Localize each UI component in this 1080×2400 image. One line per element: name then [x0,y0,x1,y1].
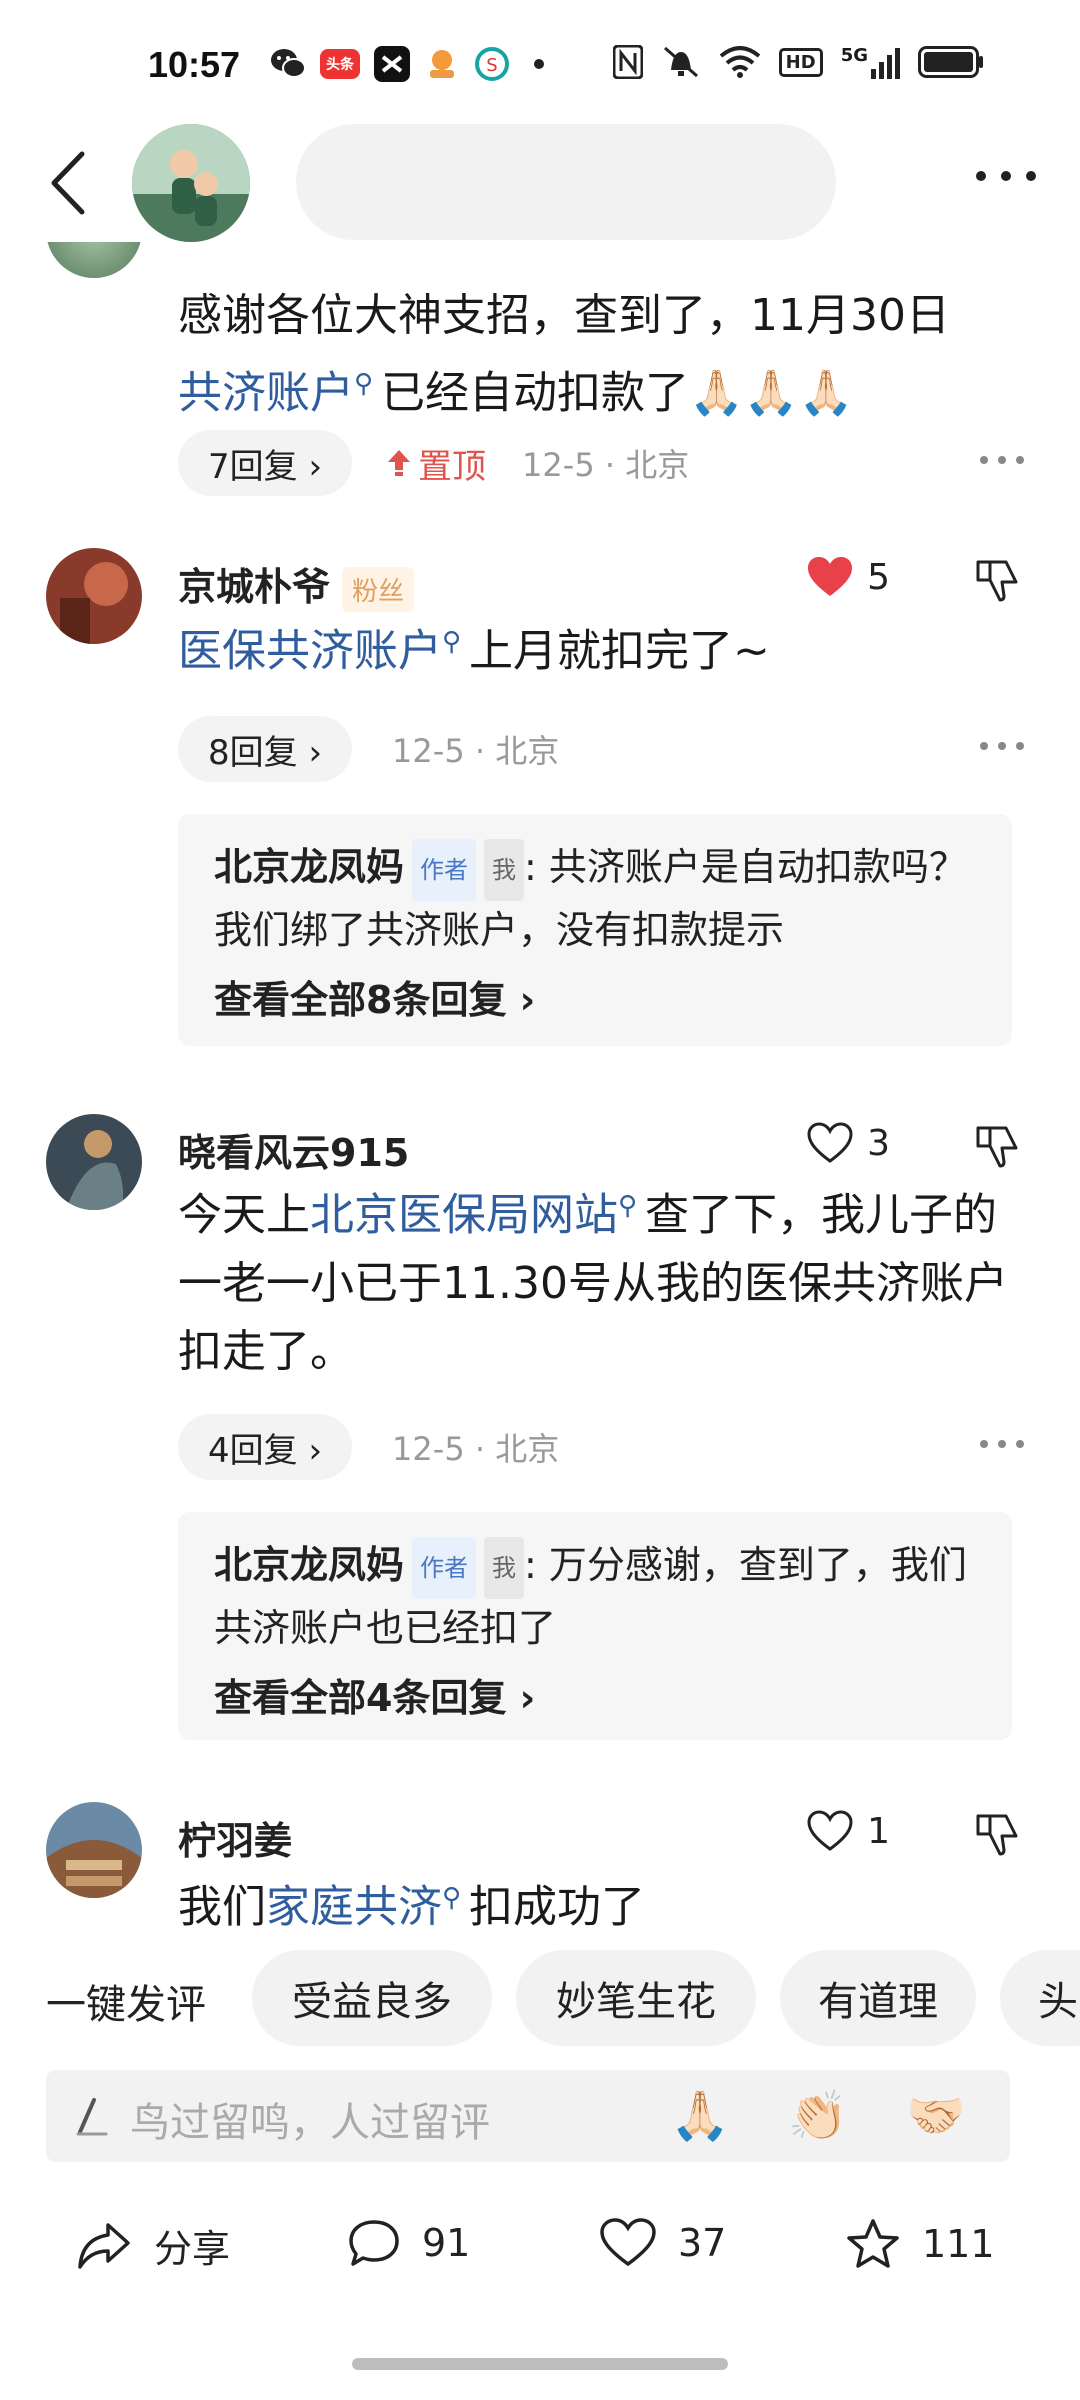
search-icon: ⚲ [354,369,374,399]
fan-badge: 粉丝 [342,567,415,612]
comment-input[interactable]: 鸟过留鸣，人过留评 🙏🏻 👏🏻 🤝🏻 [46,2070,1010,2162]
quick-comment-label: 一键发评 [46,1982,206,2028]
comment-list: 感谢各位大神支招，查到了，11月30日 共济账户⚲ 已经自动扣款了🙏🏻🙏🏻🙏🏻 7回… [0,242,1080,1942]
hd-icon: HD [778,47,823,77]
favorite-button[interactable]: 111 [846,2218,995,2270]
comment-meta: 7回复 › 置顶 12-5 · 北京 [178,430,1038,496]
comment-input-placeholder: 鸟过留鸣，人过留评 [130,2100,490,2146]
search-icon: ⚲ [442,1883,462,1913]
search-link[interactable]: 北京医保局网站 [310,1190,618,1241]
like-article-button[interactable]: 37 [600,2218,726,2268]
reply-text: 北京龙凤妈 作者我: 共济账户是自动扣款吗？我们绑了共济账户，没有扣款提示 [214,838,976,959]
replies-button[interactable]: 8回复 › [178,716,353,782]
view-all-replies[interactable]: 查看全部4条回复 › [214,1667,976,1722]
pinned-badge: 置顶 [386,439,486,488]
comment-text: 今天上北京医保局网站⚲ 查了下，我儿子的一老一小已于11.30号从我的医保共济账户… [178,1189,1008,1377]
star-icon [847,2219,899,2268]
notification-icons: 头条 S [270,46,544,82]
more-horizontal-icon[interactable] [980,1440,1024,1448]
app-icon: S [475,47,509,81]
thumbs-down-icon[interactable] [974,1812,1022,1856]
author-avatar[interactable] [132,124,250,242]
wechat-icon [271,49,306,78]
nfc-icon [612,45,643,79]
quick-comment-chip[interactable]: 妙笔生花 [516,1950,756,2046]
search-link[interactable]: 家庭共济 [266,1882,442,1933]
author-tag: 作者 [412,1536,477,1599]
user-avatar[interactable] [46,548,142,644]
share-button[interactable]: 分享 [76,2218,230,2273]
network-type: 5G [840,45,868,66]
thumbs-down-icon[interactable] [974,558,1022,602]
toutiao-icon: 头条 [320,49,360,79]
heart-filled-icon [808,557,853,596]
signal-5g-icon: 5G [841,45,900,79]
search-icon: ⚲ [442,627,462,657]
pen-icon [76,2098,108,2136]
heart-outline-icon [807,1810,853,1851]
comment-text: 我们家庭共济⚲ 扣成功了 [178,1881,646,1933]
like-button[interactable]: 5 [807,556,890,598]
time-location: 12-5 · 北京 [522,446,690,484]
reply-preview[interactable]: 北京龙凤妈 作者我: 万分感谢，查到了，我们共济账户也已经扣了 查看全部4条回复 … [178,1512,1012,1740]
status-time: 10:57 [148,44,241,85]
header-title-placeholder[interactable] [296,124,836,240]
time-location: 12-5 · 北京 [392,1430,560,1468]
battery-icon [918,46,983,78]
user-avatar[interactable] [46,1114,142,1210]
comment-meta: 4回复 › 12-5 · 北京 [178,1414,1038,1480]
app-icon [430,50,454,78]
comment-meta: 8回复 › 12-5 · 北京 [178,716,1038,782]
pin-icon [388,450,411,476]
comment-text: 医保共济账户⚲ 上月就扣完了~ [178,625,770,677]
username[interactable]: 柠羽姜 [178,1810,292,1865]
replies-button[interactable]: 4回复 › [178,1414,353,1480]
share-icon [78,2222,130,2269]
username[interactable]: 京城朴爷 粉丝 [178,556,415,612]
user-avatar[interactable] [46,242,142,278]
more-horizontal-icon[interactable] [980,456,1024,464]
status-bar: 10:57 头条 S HD 5G [0,0,1080,130]
clap-emoji-button[interactable]: 👏🏻 [786,2086,850,2146]
dot-icon [534,59,544,69]
search-icon: ⚲ [618,1191,638,1221]
time-location: 12-5 · 北京 [392,732,560,770]
system-icons: HD 5G [612,44,984,80]
top-header [0,120,1080,242]
handshake-emoji-button[interactable]: 🤝🏻 [904,2086,968,2146]
user-avatar[interactable] [46,1802,142,1898]
username[interactable]: 晓看风云915 [178,1122,409,1177]
replies-button[interactable]: 7回复 › [178,430,353,496]
search-link[interactable]: 医保共济账户 [178,626,442,677]
chevron-left-icon[interactable] [46,148,96,218]
author-tag: 作者 [412,838,477,901]
search-link[interactable]: 共济账户 [178,368,354,419]
wifi-icon [719,46,760,78]
like-button[interactable]: 3 [807,1122,890,1164]
like-button[interactable]: 1 [807,1810,890,1852]
pray-emoji-button[interactable]: 🙏🏻 [668,2086,732,2146]
reply-text: 北京龙凤妈 作者我: 万分感谢，查到了，我们共济账户也已经扣了 [214,1536,976,1657]
svg-text:S: S [486,55,497,76]
thumbs-down-icon[interactable] [974,1124,1022,1168]
me-tag: 我 [484,1536,525,1599]
mute-icon [663,46,698,78]
quick-comment-chip[interactable]: 头 [1000,1950,1080,2046]
heart-outline-icon [600,2218,656,2267]
more-horizontal-icon[interactable] [980,742,1024,750]
more-horizontal-icon[interactable] [976,166,1036,186]
capcut-icon [374,46,410,82]
bottom-action-bar: 分享 91 37 111 [0,2190,1080,2300]
view-all-replies[interactable]: 查看全部8条回复 › [214,969,976,1024]
comment-icon [349,2220,399,2266]
quick-comment-chip[interactable]: 受益良多 [252,1950,492,2046]
comment-text: 感谢各位大神支招，查到了，11月30日 共济账户⚲ 已经自动扣款了🙏🏻🙏🏻🙏🏻 [178,290,950,419]
comments-button[interactable]: 91 [348,2218,470,2268]
home-indicator[interactable] [352,2358,728,2370]
quick-comment-chip[interactable]: 有道理 [780,1950,976,2046]
me-tag: 我 [484,838,525,901]
heart-outline-icon [807,1122,853,1163]
reply-preview[interactable]: 北京龙凤妈 作者我: 共济账户是自动扣款吗？我们绑了共济账户，没有扣款提示 查看全… [178,814,1012,1046]
quick-comment-row: 一键发评 受益良多 妙笔生花 有道理 头 [0,1950,1080,2046]
